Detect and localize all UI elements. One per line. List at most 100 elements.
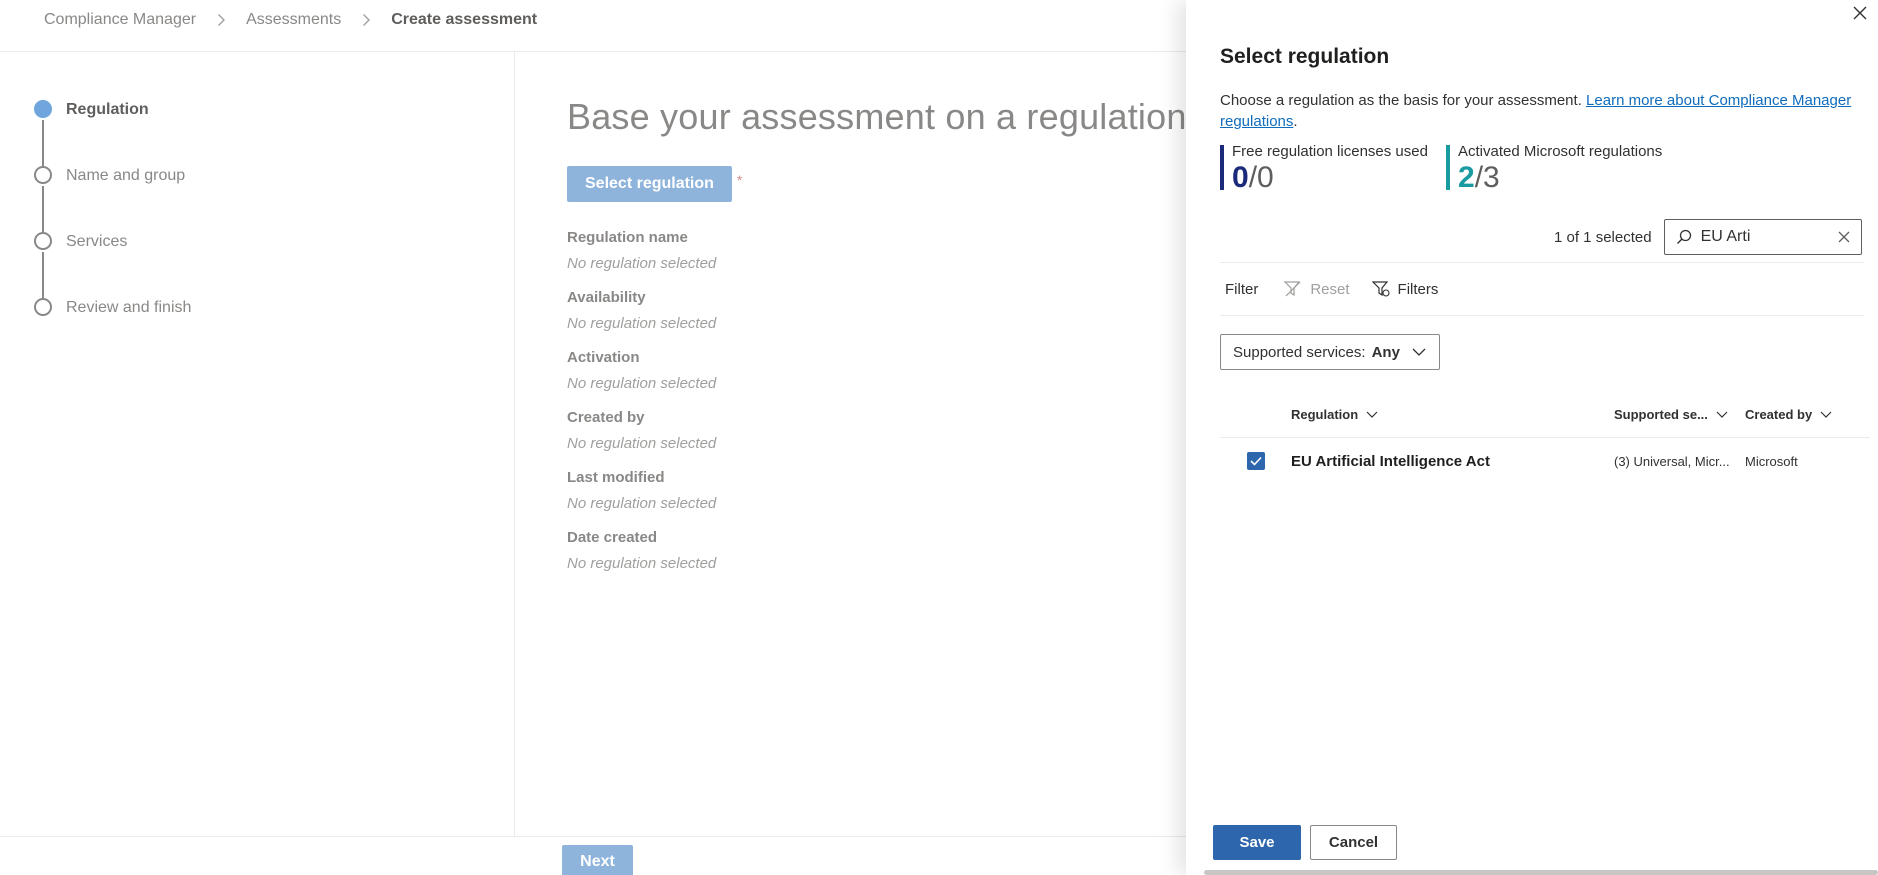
stat-number: 2 <box>1458 161 1475 194</box>
table-row[interactable]: EU Artificial Intelligence Act (3) Unive… <box>1220 438 1870 484</box>
field-value: No regulation selected <box>567 375 717 392</box>
cell-created-by: Microsoft <box>1745 453 1798 469</box>
select-regulation-row: Select regulation * <box>567 166 1187 202</box>
step-connector <box>42 252 44 298</box>
search-box[interactable] <box>1663 219 1862 255</box>
search-row: 1 of 1 selected <box>1554 219 1862 255</box>
breadcrumb-compliance-manager[interactable]: Compliance Manager <box>44 11 196 29</box>
step-indicator-icon <box>34 232 52 250</box>
header-regulation[interactable]: Regulation <box>1291 407 1614 422</box>
field-date-created: Date created No regulation selected <box>567 528 1187 588</box>
header-created-by[interactable]: Created by <box>1745 407 1865 422</box>
step-indicator-icon <box>34 298 52 316</box>
reset-label: Reset <box>1310 280 1350 298</box>
stat-value: 0/0 <box>1232 162 1446 194</box>
step-review-and-finish[interactable]: Review and finish <box>34 298 454 364</box>
panel-description-end: . <box>1293 113 1298 130</box>
main-content: Base your assessment on a regulation Sel… <box>567 96 1187 588</box>
reset-filter-button[interactable]: Reset <box>1284 280 1350 298</box>
filters-button[interactable]: Filters <box>1371 280 1439 298</box>
field-value: No regulation selected <box>567 255 717 272</box>
select-regulation-button[interactable]: Select regulation <box>567 166 732 202</box>
step-label: Services <box>66 233 128 250</box>
clear-icon[interactable] <box>1837 230 1851 244</box>
filter-bar: Filter Reset Filters <box>1220 262 1864 316</box>
steps-divider <box>514 52 515 837</box>
header-label: Regulation <box>1291 407 1359 422</box>
field-value: No regulation selected <box>567 435 717 452</box>
field-availability: Availability No regulation selected <box>567 288 1187 348</box>
header-supported-services[interactable]: Supported se... <box>1614 407 1745 422</box>
step-regulation[interactable]: Regulation <box>34 100 454 166</box>
required-indicator: * <box>736 172 743 188</box>
close-icon[interactable] <box>1851 4 1869 22</box>
save-button[interactable]: Save <box>1213 825 1301 860</box>
field-label: Last modified <box>567 469 665 486</box>
license-stats: Free regulation licenses used 0/0 Activa… <box>1220 143 1663 194</box>
stat-label: Free regulation licenses used <box>1232 143 1428 160</box>
panel-description: Choose a regulation as the basis for you… <box>1220 90 1870 132</box>
panel-description-text: Choose a regulation as the basis for you… <box>1220 92 1582 109</box>
chevron-down-icon <box>1412 345 1426 359</box>
field-label: Date created <box>567 529 658 546</box>
filter-label: Filter <box>1225 280 1259 298</box>
step-label: Review and finish <box>66 299 192 316</box>
step-indicator-icon <box>34 100 52 118</box>
selected-count: 1 of 1 selected <box>1554 228 1652 246</box>
cell-supported-services: (3) Universal, Micr... <box>1614 453 1730 469</box>
stat-total: /0 <box>1248 161 1274 194</box>
stat-accent-bar <box>1220 145 1224 190</box>
field-last-modified: Last modified No regulation selected <box>567 468 1187 528</box>
breadcrumb: Compliance Manager Assessments Create as… <box>44 11 537 29</box>
regulation-details: Regulation name No regulation selected A… <box>567 228 1187 588</box>
wizard-steps: Regulation Name and group Services Revie… <box>34 100 454 364</box>
cell-regulation: EU Artificial Intelligence Act <box>1291 452 1490 470</box>
cancel-button[interactable]: Cancel <box>1310 825 1397 860</box>
step-label: Name and group <box>66 167 186 184</box>
search-icon <box>1675 228 1693 246</box>
stat-value: 2/3 <box>1458 162 1662 194</box>
field-created-by: Created by No regulation selected <box>567 408 1187 468</box>
page-title: Base your assessment on a regulation <box>567 96 1187 137</box>
field-value: No regulation selected <box>567 315 717 332</box>
filters-label: Filters <box>1397 280 1439 298</box>
field-value: No regulation selected <box>567 495 717 512</box>
stat-label: Activated Microsoft regulations <box>1458 143 1663 160</box>
stat-total: /3 <box>1474 161 1500 194</box>
stat-activated-regulations: Activated Microsoft regulations 2/3 <box>1446 143 1663 194</box>
field-label: Activation <box>567 349 640 366</box>
regulations-table: Regulation Supported se... Created by EU… <box>1220 392 1870 484</box>
search-input[interactable] <box>1700 228 1821 246</box>
next-button[interactable]: Next <box>562 845 633 875</box>
step-indicator-icon <box>34 166 52 184</box>
chevron-down-icon <box>1366 409 1378 421</box>
stat-free-licenses: Free regulation licenses used 0/0 <box>1220 143 1446 194</box>
breadcrumb-create-assessment: Create assessment <box>391 11 538 28</box>
stat-number: 0 <box>1232 161 1249 194</box>
step-services[interactable]: Services <box>34 232 454 298</box>
row-checkbox[interactable] <box>1247 452 1265 470</box>
field-regulation-name: Regulation name No regulation selected <box>567 228 1187 288</box>
panel-title: Select regulation <box>1220 45 1390 68</box>
table-header: Regulation Supported se... Created by <box>1220 392 1870 438</box>
step-name-and-group[interactable]: Name and group <box>34 166 454 232</box>
chevron-down-icon <box>1716 409 1728 421</box>
row-select-cell <box>1220 452 1291 470</box>
field-label: Created by <box>567 409 645 426</box>
chevron-down-icon <box>1820 409 1832 421</box>
breadcrumb-assessments[interactable]: Assessments <box>246 11 341 29</box>
chevron-right-icon <box>359 13 373 27</box>
chevron-right-icon <box>214 13 228 27</box>
supported-services-dropdown[interactable]: Supported services: Any <box>1220 334 1440 370</box>
horizontal-scrollbar[interactable] <box>1204 870 1878 875</box>
filter-icon <box>1371 280 1390 298</box>
dropdown-value: Any <box>1371 343 1400 361</box>
clear-filter-icon <box>1284 280 1302 298</box>
field-value: No regulation selected <box>567 555 717 572</box>
field-label: Regulation name <box>567 229 688 246</box>
stat-accent-bar <box>1446 145 1450 190</box>
step-connector <box>42 186 44 232</box>
dropdown-label: Supported services: <box>1233 343 1366 361</box>
step-label: Regulation <box>66 101 149 118</box>
header-label: Created by <box>1745 407 1813 422</box>
